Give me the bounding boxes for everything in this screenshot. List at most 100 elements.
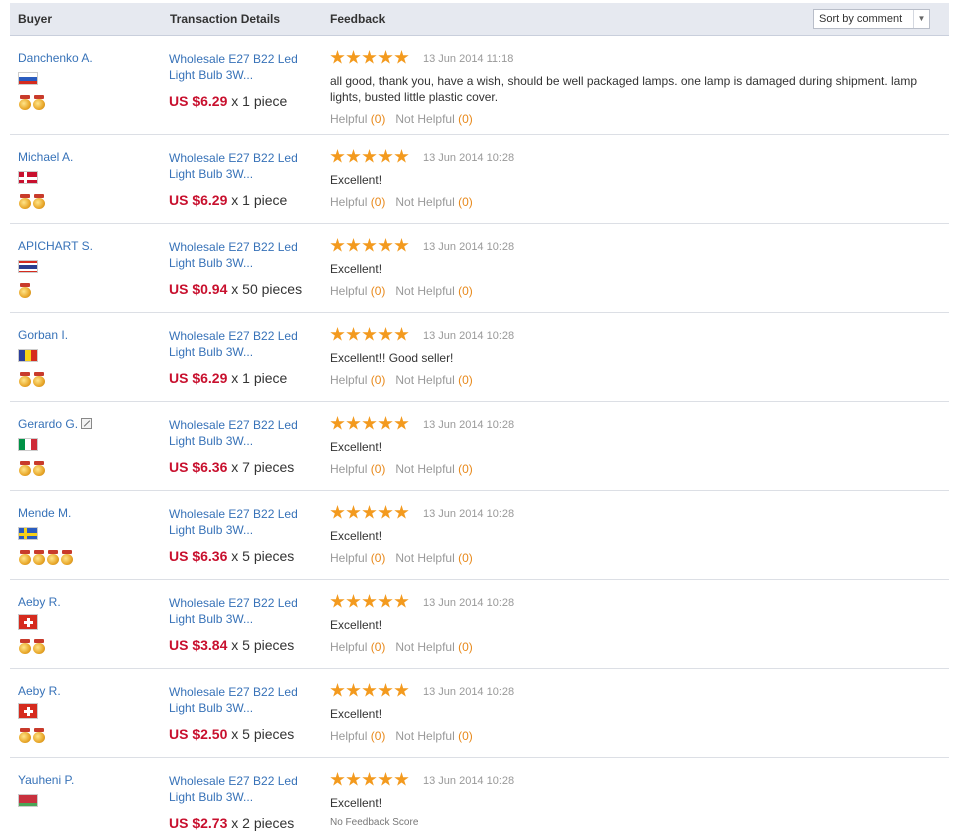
quantity: x 50 pieces: [231, 281, 303, 297]
quantity: x 1 piece: [231, 93, 288, 109]
medal-icon: [19, 550, 31, 565]
star-icon: [394, 594, 409, 608]
feedback-comment: Excellent!! Good seller!: [330, 351, 454, 365]
helpful-link[interactable]: Helpful (0): [330, 195, 385, 209]
medal-icon: [33, 728, 45, 743]
buyer-name-link[interactable]: Aeby R.: [18, 684, 61, 698]
not-helpful-link[interactable]: Not Helpful (0): [395, 551, 472, 565]
buyer-medals: [19, 639, 47, 655]
medal-icon: [19, 283, 31, 298]
star-icon: [362, 50, 377, 64]
helpful-link[interactable]: Helpful (0): [330, 462, 385, 476]
product-link[interactable]: Wholesale E27 B22 Led Light Bulb 3W...: [169, 506, 314, 538]
medal-icon: [19, 194, 31, 209]
star-icon: [394, 327, 409, 341]
helpful-link[interactable]: Helpful (0): [330, 112, 385, 126]
price-line: US $2.50 x 5 pieces: [169, 726, 294, 742]
feedback-comment: Excellent!: [330, 707, 383, 721]
star-icon: [346, 416, 361, 430]
table-row: Mende M. Wholesale E27 B22 Led Light Bul…: [10, 491, 949, 580]
flag-romania-icon: [18, 349, 38, 362]
star-icon: [330, 50, 345, 64]
flag-sweden-icon: [18, 527, 38, 540]
rating-stars: [330, 50, 410, 66]
medal-icon: [19, 639, 31, 654]
rating-stars: [330, 238, 410, 254]
buyer-name-link[interactable]: Danchenko A.: [18, 51, 93, 65]
feedback-comment: Excellent!: [330, 262, 383, 276]
price-line: US $6.29 x 1 piece: [169, 93, 287, 109]
flag-thailand-icon: [18, 260, 38, 273]
medal-icon: [33, 95, 45, 110]
medal-icon: [33, 194, 45, 209]
star-icon: [346, 327, 361, 341]
star-icon: [362, 772, 377, 786]
helpful-link[interactable]: Helpful (0): [330, 284, 385, 298]
price-amount: US $0.94: [169, 281, 228, 297]
product-link[interactable]: Wholesale E27 B22 Led Light Bulb 3W...: [169, 150, 314, 182]
buyer-medals: [19, 461, 47, 477]
medal-icon: [19, 728, 31, 743]
star-icon: [378, 505, 393, 519]
star-icon: [330, 772, 345, 786]
table-row: APICHART S. Wholesale E27 B22 Led Light …: [10, 224, 949, 313]
not-helpful-link[interactable]: Not Helpful (0): [395, 195, 472, 209]
helpful-votes: Helpful (0) Not Helpful (0): [330, 373, 473, 387]
helpful-link[interactable]: Helpful (0): [330, 729, 385, 743]
buyer-name-link[interactable]: Gerardo G.: [18, 417, 93, 431]
star-icon: [362, 683, 377, 697]
quantity: x 7 pieces: [231, 459, 295, 475]
star-icon: [330, 594, 345, 608]
product-link[interactable]: Wholesale E27 B22 Led Light Bulb 3W...: [169, 773, 314, 805]
buyer-medals: [19, 194, 47, 210]
helpful-votes: Helpful (0) Not Helpful (0): [330, 729, 473, 743]
price-amount: US $6.36: [169, 548, 228, 564]
buyer-name-link[interactable]: APICHART S.: [18, 239, 93, 253]
table-row: Michael A. Wholesale E27 B22 Led Light B…: [10, 135, 949, 224]
no-feedback-score: No Feedback Score: [330, 817, 419, 828]
buyer-name-link[interactable]: Aeby R.: [18, 595, 61, 609]
buyer-name-link[interactable]: Mende M.: [18, 506, 71, 520]
buyer-medals: [19, 728, 47, 744]
not-helpful-link[interactable]: Not Helpful (0): [395, 640, 472, 654]
price-line: US $6.29 x 1 piece: [169, 192, 287, 208]
not-helpful-link[interactable]: Not Helpful (0): [395, 112, 472, 126]
rating-stars: [330, 594, 410, 610]
product-link[interactable]: Wholesale E27 B22 Led Light Bulb 3W...: [169, 51, 314, 83]
product-link[interactable]: Wholesale E27 B22 Led Light Bulb 3W...: [169, 684, 314, 716]
quantity: x 5 pieces: [231, 548, 295, 564]
star-icon: [330, 327, 345, 341]
buyer-name-link[interactable]: Gorban I.: [18, 328, 68, 342]
medal-icon: [33, 461, 45, 476]
medal-icon: [33, 550, 45, 565]
chevron-down-icon[interactable]: ▼: [913, 10, 929, 28]
not-helpful-link[interactable]: Not Helpful (0): [395, 729, 472, 743]
sort-select[interactable]: Sort by comment ▼: [813, 9, 930, 29]
helpful-link[interactable]: Helpful (0): [330, 373, 385, 387]
edit-icon[interactable]: [81, 418, 93, 429]
price-amount: US $2.50: [169, 726, 228, 742]
product-link[interactable]: Wholesale E27 B22 Led Light Bulb 3W...: [169, 595, 314, 627]
medal-icon: [19, 372, 31, 387]
feedback-comment: Excellent!: [330, 529, 383, 543]
feedback-comment: Excellent!: [330, 173, 383, 187]
buyer-name-link[interactable]: Yauheni P.: [18, 773, 74, 787]
not-helpful-link[interactable]: Not Helpful (0): [395, 284, 472, 298]
rating-stars: [330, 683, 410, 699]
not-helpful-link[interactable]: Not Helpful (0): [395, 462, 472, 476]
product-link[interactable]: Wholesale E27 B22 Led Light Bulb 3W...: [169, 417, 314, 449]
buyer-name-link[interactable]: Michael A.: [18, 150, 73, 164]
feedback-date: 13 Jun 2014 11:18: [423, 53, 514, 65]
table-row: Gerardo G. Wholesale E27 B22 Led Light B…: [10, 402, 949, 491]
not-helpful-link[interactable]: Not Helpful (0): [395, 373, 472, 387]
product-link[interactable]: Wholesale E27 B22 Led Light Bulb 3W...: [169, 239, 314, 271]
star-icon: [378, 238, 393, 252]
product-link[interactable]: Wholesale E27 B22 Led Light Bulb 3W...: [169, 328, 314, 360]
price-line: US $6.29 x 1 piece: [169, 370, 287, 386]
helpful-link[interactable]: Helpful (0): [330, 640, 385, 654]
helpful-link[interactable]: Helpful (0): [330, 551, 385, 565]
flag-russia-icon: [18, 72, 38, 85]
sort-select-value: Sort by comment: [819, 13, 903, 25]
feedback-date: 13 Jun 2014 10:28: [423, 241, 515, 253]
star-icon: [330, 149, 345, 163]
